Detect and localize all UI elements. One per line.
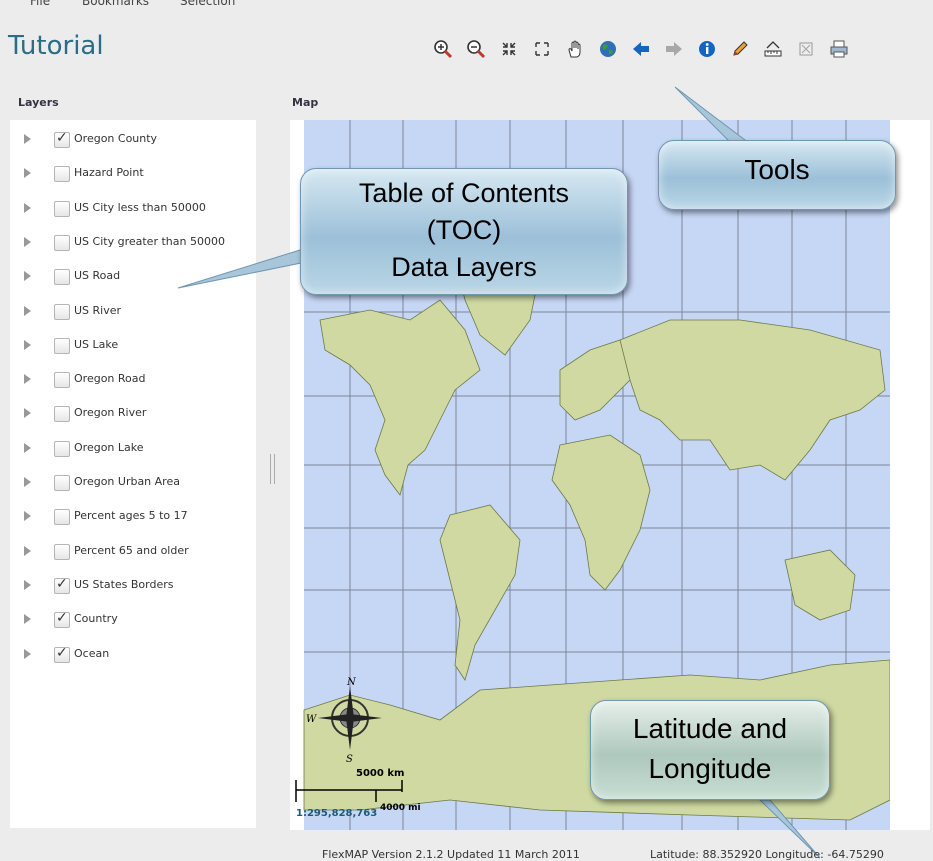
latlon-callout-line-2: Longitude <box>648 753 772 784</box>
toc-callout-line-3: Data Layers <box>391 252 537 282</box>
toc-callout-line-2: (TOC) <box>426 215 502 245</box>
toc-callout: Table of Contents (TOC) Data Layers <box>300 168 628 295</box>
coordinates-readout: Latitude: 88.352920 Longitude: -64.75290 <box>650 848 884 861</box>
toc-callout-line-1: Table of Contents <box>358 178 570 208</box>
latlon-callout-line-1: Latitude and <box>632 713 788 744</box>
latlon-callout: Latitude and Longitude <box>590 700 830 800</box>
tools-callout: Tools <box>658 140 896 210</box>
version-text: FlexMAP Version 2.1.2 Updated 11 March 2… <box>322 848 580 861</box>
tools-callout-label: Tools <box>744 154 810 185</box>
